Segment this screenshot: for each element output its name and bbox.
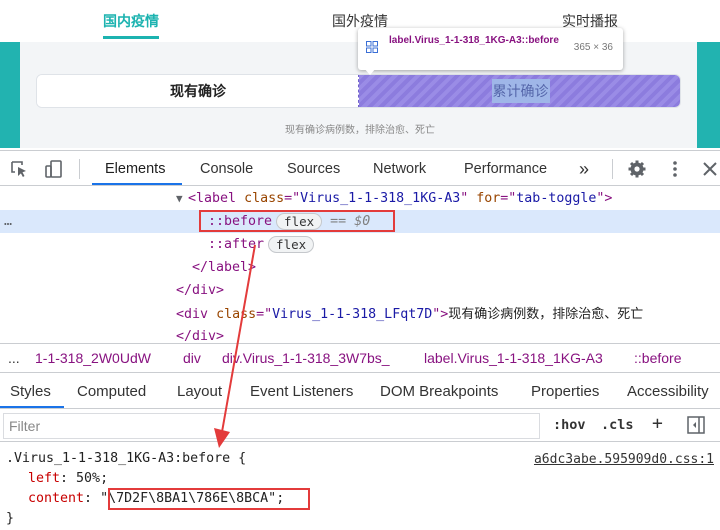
subtab-properties[interactable]: Properties <box>531 383 599 400</box>
toolbar-divider <box>79 159 80 179</box>
tag-name: div <box>184 307 209 322</box>
more-tabs-button[interactable]: » <box>579 151 589 186</box>
attr-name: class <box>216 307 257 322</box>
hov-button[interactable]: :hov <box>553 417 586 433</box>
grid-icon <box>366 41 378 53</box>
active-subtab-underline <box>0 406 64 408</box>
toggle-sidebar-icon[interactable] <box>686 415 706 435</box>
kebab-menu-icon[interactable] <box>665 159 685 179</box>
new-rule-button[interactable]: + <box>652 413 663 434</box>
breadcrumb-item[interactable]: ::before <box>634 350 681 366</box>
tab-elements[interactable]: Elements <box>105 151 165 186</box>
css-property-name: content <box>28 491 85 506</box>
tab-performance[interactable]: Performance <box>464 151 547 186</box>
node-text: 现有确诊病例数，排除治愈、死亡 <box>448 306 644 321</box>
sidebar-tabs: Styles Computed Layout Event Listeners D… <box>0 373 720 409</box>
webpage-area: 国内疫情 国外疫情 实时播报 现有确诊 累计确诊 现有确诊病例数，排除治愈、死亡 <box>0 0 720 148</box>
subtab-layout[interactable]: Layout <box>177 383 222 400</box>
attr-value: Virus_1-1-318_1KG-A3 <box>300 191 461 206</box>
toggle-cumulative-confirmed[interactable]: 累计确诊 <box>358 75 680 107</box>
red-highlight-box <box>199 210 395 232</box>
css-property-value[interactable]: 50% <box>76 471 100 486</box>
breadcrumb-item[interactable]: label.Virus_1-1-318_1KG-A3 <box>424 350 603 366</box>
dom-node-label-close[interactable]: </label> <box>0 256 720 279</box>
css-property-name: left <box>28 471 61 486</box>
row-ellipsis[interactable]: … <box>4 210 12 233</box>
active-tab-underline <box>103 36 159 39</box>
expand-triangle-icon[interactable]: ▼ <box>176 187 183 210</box>
active-devtools-tab-underline <box>92 183 182 185</box>
close-tag: </label> <box>192 260 257 275</box>
tab-console[interactable]: Console <box>200 151 253 186</box>
subtab-styles[interactable]: Styles <box>10 383 51 400</box>
close-tag: </div> <box>176 283 225 298</box>
breadcrumb-item[interactable]: div.Virus_1-1-318_3W7bs_ <box>222 350 390 366</box>
rule-close-brace: } <box>6 511 15 526</box>
tooltip-tail <box>364 68 376 75</box>
toggle-cumulative-label: 累计确诊 <box>491 79 550 103</box>
stylesheet-link[interactable]: a6dc3abe.595909d0.css:1 <box>534 452 714 467</box>
attr-name: class <box>244 191 285 206</box>
subtab-computed[interactable]: Computed <box>77 383 146 400</box>
toolbar-divider <box>612 159 613 179</box>
subtab-event-listeners[interactable]: Event Listeners <box>250 383 353 400</box>
subtab-accessibility[interactable]: Accessibility <box>627 383 709 400</box>
tag-name: label <box>196 191 237 206</box>
tab-sources[interactable]: Sources <box>287 151 340 186</box>
confirmed-toggle: 现有确诊 累计确诊 <box>36 74 681 108</box>
elements-tree: ▼ <label class="Virus_1-1-318_1KG-A3" fo… <box>0 187 720 344</box>
rule-selector-line: .Virus_1-1-318_1KG-A3:before { <box>6 449 246 469</box>
attr-value: Virus_1-1-318_LFqt7D <box>272 307 433 322</box>
filter-input[interactable]: Filter <box>3 413 540 439</box>
red-highlight-box <box>108 488 310 510</box>
rule-selector[interactable]: .Virus_1-1-318_1KG-A3:before <box>6 451 230 466</box>
css-rules: .Virus_1-1-318_1KG-A3:before { a6dc3abe.… <box>0 443 720 530</box>
flex-badge[interactable]: flex <box>268 235 315 253</box>
dom-node-after[interactable]: ::after flex <box>0 233 720 256</box>
device-toggle-icon[interactable] <box>44 159 64 179</box>
tooltip-element-name: label.Virus_1-1-318_1KG-A3::before <box>389 35 559 46</box>
dom-node-label[interactable]: ▼ <label class="Virus_1-1-318_1KG-A3" fo… <box>0 187 720 210</box>
breadcrumb-item[interactable]: 1-1-318_2W0UdW <box>35 350 151 366</box>
breadcrumb-ellipsis[interactable]: ... <box>8 350 20 366</box>
subnote-text: 现有确诊病例数，排除治愈、死亡 <box>285 125 435 136</box>
css-declaration[interactable]: left: 50%; <box>28 469 108 489</box>
inspect-cursor-icon[interactable] <box>9 159 29 179</box>
tab-domestic[interactable]: 国内疫情 <box>103 11 159 31</box>
tooltip-element-size: 365 × 36 <box>573 42 613 53</box>
gear-icon[interactable] <box>627 159 647 179</box>
rule-open-brace: { <box>238 451 247 466</box>
cls-button[interactable]: .cls <box>601 417 634 433</box>
devtools-toolbar: Elements Console Sources Network Perform… <box>0 150 720 186</box>
attr-name: for <box>476 191 501 206</box>
close-icon[interactable] <box>700 159 720 179</box>
pseudo-after: ::after <box>208 237 265 252</box>
subtab-dom-breakpoints[interactable]: DOM Breakpoints <box>380 383 498 400</box>
dom-node-div-close[interactable]: </div> <box>0 279 720 302</box>
breadcrumb-item[interactable]: div <box>183 350 201 366</box>
tab-network[interactable]: Network <box>373 151 426 186</box>
styles-filter-bar: Filter :hov .cls + <box>0 410 720 442</box>
toggle-current-confirmed[interactable]: 现有确诊 <box>37 75 359 107</box>
dom-breadcrumb: ... 1-1-318_2W0UdW div div.Virus_1-1-318… <box>0 343 720 373</box>
attr-value: tab-toggle <box>516 191 597 206</box>
dom-node-div[interactable]: <div class="Virus_1-1-318_LFqt7D">现有确诊病例… <box>0 302 720 325</box>
inspect-tooltip: label.Virus_1-1-318_1KG-A3::before 365 ×… <box>358 28 623 70</box>
